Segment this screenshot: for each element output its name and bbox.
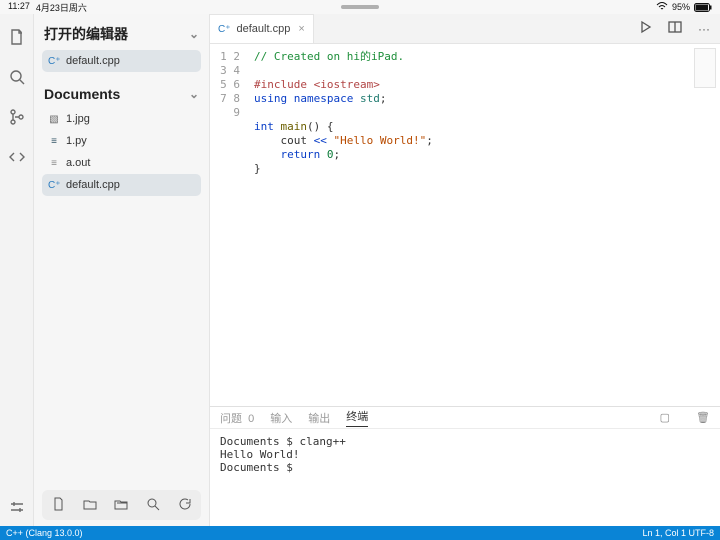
chevron-down-icon: ⌄ <box>189 87 199 101</box>
refresh-icon[interactable] <box>178 497 192 514</box>
status-date: 4月23日周六 <box>36 1 87 14</box>
language-mode[interactable]: C++ (Clang 13.0.0) <box>6 528 83 538</box>
battery-icon <box>694 3 712 12</box>
code-editor[interactable]: 1 2 3 4 5 6 7 8 9 // Created on hi的iPad.… <box>210 44 720 406</box>
cpp-file-icon: C⁺ <box>48 180 60 191</box>
cpp-file-icon: C⁺ <box>218 24 231 35</box>
search-icon[interactable] <box>8 68 26 86</box>
tab-default-cpp[interactable]: C⁺ default.cpp × <box>210 14 314 43</box>
open-editors-label: 打开的编辑器 <box>44 24 128 44</box>
code-content[interactable]: // Created on hi的iPad. #include <iostrea… <box>250 44 720 406</box>
source-control-icon[interactable] <box>8 108 26 126</box>
editor-area: C⁺ default.cpp × ··· 1 2 3 4 5 6 7 8 9 /… <box>210 14 720 526</box>
python-file-icon: ≡ <box>48 136 60 147</box>
explorer-icon[interactable] <box>8 28 26 46</box>
panel-tabs: 问题 0 输入 输出 终端 ▢ 🗑 <box>210 407 720 429</box>
minimap[interactable] <box>694 48 716 88</box>
run-icon[interactable] <box>638 20 652 37</box>
split-editor-icon[interactable] <box>668 20 682 37</box>
file-name: 1.py <box>66 135 87 147</box>
new-file-icon[interactable] <box>51 497 65 514</box>
tab-debug-console[interactable]: 输出 <box>308 410 330 426</box>
explorer-toolbar <box>42 490 201 520</box>
open-editors-header[interactable]: 打开的编辑器 ⌄ <box>42 20 201 50</box>
file-name: 1.jpg <box>66 113 90 125</box>
tab-problems[interactable]: 问题 0 <box>220 410 254 426</box>
wifi-icon <box>656 2 668 13</box>
list-item[interactable]: ≡ a.out <box>42 152 201 174</box>
new-folder-icon[interactable] <box>83 497 97 514</box>
file-name: default.cpp <box>66 55 120 67</box>
open-editor-item[interactable]: C⁺ default.cpp <box>42 50 201 72</box>
close-icon[interactable]: × <box>298 23 304 35</box>
ipad-status-bar: 11:27 4月23日周六 95% <box>0 0 720 14</box>
maximize-panel-icon[interactable]: ▢ <box>660 411 670 424</box>
cpp-file-icon: C⁺ <box>48 56 60 67</box>
status-time: 11:27 <box>8 1 30 14</box>
open-folder-icon[interactable] <box>114 497 128 514</box>
list-item[interactable]: C⁺ default.cpp <box>42 174 201 196</box>
more-icon[interactable]: ··· <box>698 22 710 36</box>
activity-bar <box>0 14 34 526</box>
chevron-down-icon: ⌄ <box>189 27 199 41</box>
documents-header[interactable]: Documents ⌄ <box>42 82 201 108</box>
close-panel-icon[interactable]: 🗑 <box>696 411 710 424</box>
home-indicator[interactable] <box>341 5 379 9</box>
line-gutter: 1 2 3 4 5 6 7 8 9 <box>210 44 250 406</box>
battery-percent: 95% <box>672 2 690 12</box>
search-files-icon[interactable] <box>146 497 160 514</box>
bottom-panel: 问题 0 输入 输出 终端 ▢ 🗑 Documents $ clang++ He… <box>210 406 720 526</box>
file-name: default.cpp <box>66 179 120 191</box>
code-icon[interactable] <box>8 148 26 166</box>
tab-terminal[interactable]: 终端 <box>346 408 368 427</box>
documents-label: Documents <box>44 86 120 102</box>
list-item[interactable]: ▧ 1.jpg <box>42 108 201 130</box>
status-bar: C++ (Clang 13.0.0) Ln 1, Col 1 UTF-8 <box>0 526 720 540</box>
settings-icon[interactable] <box>8 498 26 516</box>
list-item[interactable]: ≡ 1.py <box>42 130 201 152</box>
file-name: a.out <box>66 157 90 169</box>
tab-bar: C⁺ default.cpp × ··· <box>210 14 720 44</box>
side-panel: 打开的编辑器 ⌄ C⁺ default.cpp Documents ⌄ ▧ 1.… <box>34 14 210 526</box>
binary-file-icon: ≡ <box>48 158 60 169</box>
tab-label: default.cpp <box>237 23 291 35</box>
cursor-position[interactable]: Ln 1, Col 1 UTF-8 <box>642 528 714 538</box>
terminal[interactable]: Documents $ clang++ Hello World! Documen… <box>210 429 720 526</box>
image-file-icon: ▧ <box>48 114 60 125</box>
tab-output[interactable]: 输入 <box>270 410 292 426</box>
